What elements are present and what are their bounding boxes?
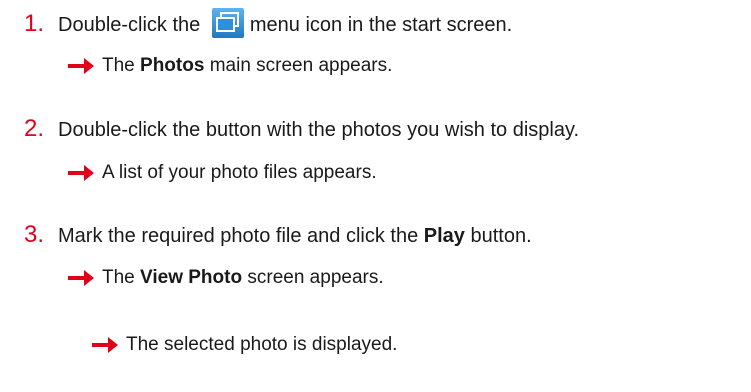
arrow-right-icon	[68, 269, 94, 287]
result-1: The Photos main screen appears.	[68, 53, 392, 79]
arrow-right-icon	[68, 57, 94, 75]
step-2: 2. Double-click the button with the photo…	[24, 115, 579, 144]
result-4: The selected photo is displayed.	[92, 332, 397, 358]
bold-term: View Photo	[140, 267, 243, 288]
windows-menu-icon	[211, 8, 244, 38]
step-3: 3. Mark the required photo file and click…	[24, 221, 532, 250]
step-1: 1. Double-click the menu icon in the star…	[24, 8, 512, 39]
step-number: 3.	[24, 221, 45, 248]
step-number: 1.	[24, 10, 45, 37]
step-number: 2.	[24, 115, 45, 142]
arrow-right-icon	[68, 164, 94, 182]
bold-term: Play	[423, 225, 465, 247]
arrow-right-icon	[92, 336, 118, 354]
step-text-after: button.	[470, 225, 532, 247]
step-text: Double-click the	[58, 14, 201, 36]
step-text: Double-click the button with the photos …	[58, 119, 580, 141]
result-2: A list of your photo files appears.	[68, 160, 377, 186]
result-3: The View Photo screen appears.	[68, 265, 384, 291]
bold-term: Photos	[140, 55, 205, 76]
step-text-after: menu icon in the start screen.	[249, 14, 513, 36]
step-text: Mark the required photo file and click t…	[58, 225, 419, 247]
